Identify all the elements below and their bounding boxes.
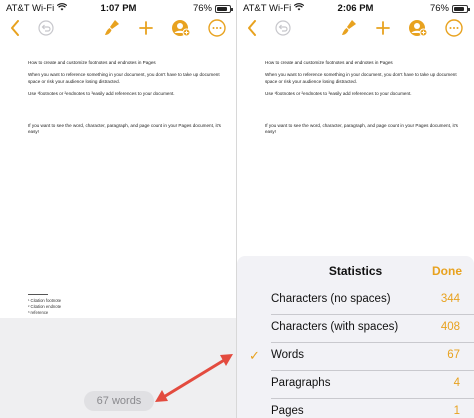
plus-icon — [139, 21, 153, 35]
document-paragraph: When you want to reference something in … — [265, 72, 457, 84]
stat-value: 4 — [453, 377, 460, 389]
undo-button[interactable] — [36, 16, 56, 40]
document-body[interactable]: How to create and customize footnotes an… — [28, 60, 228, 142]
undo-button[interactable] — [273, 16, 293, 40]
footnote: ¹ Citation footnote — [28, 297, 62, 303]
undo-icon — [275, 20, 291, 36]
stat-row-paragraphs[interactable]: Paragraphs 4 — [237, 368, 474, 399]
document-paragraph: Use ¹footnotes or ²endnotes to ³easily a… — [265, 90, 412, 96]
battery-status: 76% — [429, 3, 470, 14]
insert-button[interactable] — [136, 16, 156, 40]
document-toolbar — [0, 16, 237, 40]
collaborate-button[interactable] — [170, 16, 192, 40]
done-button[interactable]: Done — [432, 264, 462, 278]
document-toolbar — [237, 16, 474, 40]
status-bar: AT&T Wi-Fi 1:07 PM 76% — [0, 0, 237, 16]
footnote: ² Citation endnote — [28, 303, 62, 309]
format-button[interactable] — [339, 16, 359, 40]
document-body[interactable]: How to create and customize footnotes an… — [265, 60, 465, 142]
stat-value: 1 — [453, 405, 460, 417]
paintbrush-icon — [342, 20, 356, 35]
document-heading: How to create and customize footnotes an… — [28, 60, 156, 65]
more-icon — [208, 19, 226, 37]
left-screen: AT&T Wi-Fi 1:07 PM 76% How to create and — [0, 0, 237, 418]
back-button[interactable] — [6, 16, 24, 40]
format-button[interactable] — [102, 16, 122, 40]
stat-value: 344 — [440, 293, 460, 305]
insert-button[interactable] — [373, 16, 393, 40]
stat-label: Characters (with spaces) — [271, 321, 399, 333]
right-screen: AT&T Wi-Fi 2:06 PM 76% How to create and — [237, 0, 474, 418]
document-paragraph: When you want to reference something in … — [28, 72, 220, 84]
battery-percent: 76% — [192, 3, 212, 14]
stat-row-pages[interactable]: Pages 1 — [237, 396, 474, 418]
collaborate-button[interactable] — [407, 16, 429, 40]
document-paragraph: If you want to see the word, character, … — [28, 123, 221, 135]
stat-row-words[interactable]: ✓ Words 67 — [237, 340, 474, 371]
stat-value: 408 — [440, 321, 460, 333]
undo-icon — [38, 20, 54, 36]
add-person-icon — [409, 20, 428, 37]
battery-percent: 76% — [429, 3, 449, 14]
plus-icon — [376, 21, 390, 35]
stat-label: Characters (no spaces) — [271, 293, 391, 305]
stat-value: 67 — [447, 349, 460, 361]
document-paragraph: Use ¹footnotes or ²endnotes to ³easily a… — [28, 90, 175, 96]
statistics-sheet: Statistics Done Characters (no spaces) 3… — [237, 256, 474, 418]
status-bar: AT&T Wi-Fi 2:06 PM 76% — [237, 0, 474, 16]
footnote: ³ reference — [28, 309, 49, 315]
stat-label: Paragraphs — [271, 377, 331, 389]
stat-label: Pages — [271, 405, 304, 417]
stat-row-characters-no-spaces[interactable]: Characters (no spaces) 344 — [237, 284, 474, 315]
chevron-left-icon — [11, 20, 19, 36]
document-paragraph: If you want to see the word, character, … — [265, 123, 458, 135]
add-person-icon — [172, 20, 191, 37]
chevron-left-icon — [248, 20, 256, 36]
more-icon — [445, 19, 463, 37]
battery-icon — [452, 4, 470, 13]
more-button[interactable] — [443, 16, 465, 40]
footnote-rule — [28, 294, 48, 295]
statistics-header: Statistics Done — [237, 256, 474, 284]
paintbrush-icon — [105, 20, 119, 35]
more-button[interactable] — [206, 16, 228, 40]
footnotes-section: ¹ Citation footnote ² Citation endnote ³… — [28, 294, 61, 316]
word-count-button[interactable]: 67 words — [84, 391, 154, 411]
battery-status: 76% — [192, 3, 233, 14]
back-button[interactable] — [243, 16, 261, 40]
stat-row-characters-with-spaces[interactable]: Characters (with spaces) 408 — [237, 312, 474, 343]
battery-icon — [215, 4, 233, 13]
stat-label: Words — [271, 349, 305, 361]
checkmark-icon: ✓ — [249, 348, 260, 363]
document-heading: How to create and customize footnotes an… — [265, 60, 393, 65]
